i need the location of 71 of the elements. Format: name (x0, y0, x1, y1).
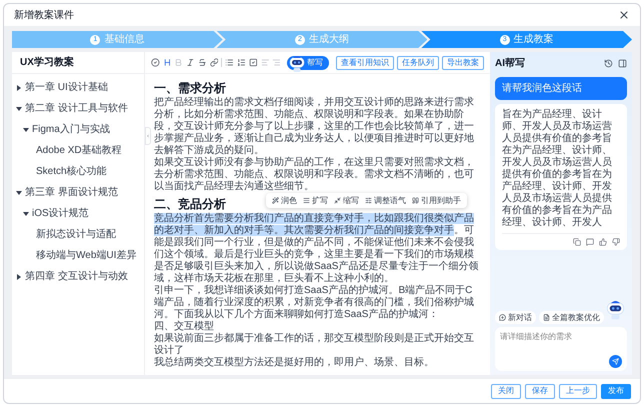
thumbs-down-icon[interactable] (612, 238, 620, 246)
shrink-icon (334, 197, 341, 204)
section-heading: 一、需求分析 (154, 81, 226, 96)
link-icon[interactable] (210, 58, 218, 67)
heading-icon[interactable] (162, 58, 172, 67)
triangle-icon[interactable] (16, 106, 22, 110)
toolbar-button[interactable]: 任务队列 (397, 56, 440, 70)
paragraph: 四、交互模型 (154, 321, 214, 333)
outline-item[interactable]: Adobe XD基础教程 (36, 143, 122, 158)
triangle-icon[interactable] (17, 274, 21, 280)
menu-action[interactable]: 引用到助手 (412, 194, 461, 206)
thumbs-up-icon[interactable] (599, 238, 607, 246)
section-heading: 二、竞品分析 (154, 197, 226, 212)
footer-button[interactable]: 保存 (525, 384, 555, 398)
menu-action[interactable]: 调整语气 (365, 194, 406, 206)
bullet-list-icon[interactable] (225, 58, 234, 67)
outline-item[interactable]: Figma入门与实战 (32, 122, 110, 137)
outline-item[interactable]: 第一章 UI设计基础 (25, 80, 108, 95)
lines-icon (303, 197, 310, 204)
paragraph: 竞品分析首先需要分析我们产品的直接竞争对手，比如跟我们很类似产品的老对手、新加入的对手等。其次需要分析我们产品的间接竞争对手。可能是跟我们同一个行业，但是做的产品不同，不能保证他们未来不会侵我们这个领域。最后是行业巨头的竞争，这里主要是看一下我们的市场规模是否足够吸引巨头来加入，所以说做SaaS产品还是尽量专注于一个细分领域，这样市场天花板在那里，巨头看不上这种小利的。 (154, 213, 480, 284)
window-title: 新增教案课件 (14, 8, 74, 22)
strikethrough-icon[interactable] (198, 58, 207, 67)
paragraph: 把产品经理输出的需求文档仔细阅读，并用交互设计师的思路来进行需求分析，比如分析需求范围、功能点、权限说明和字段表。如果在协助阶段，交互设计师充分参与了以上步骤，这里的工作也会比较简单了，进一步掌握产品业务，逐渐让自己成为业务达人，以便项目推进时可以更好地去解答下游成员的疑问。 (154, 97, 475, 156)
outline-item[interactable]: 第三章 界面设计规范 (25, 185, 118, 200)
outline-item[interactable]: 新拟态设计与适配 (36, 227, 116, 242)
outline-title: UX学习教案 (20, 55, 74, 70)
paragraph: 我总结两类交互模型方法还是挺好用的，即用户、场景、目标。 (154, 357, 435, 369)
outline-item[interactable]: 移动端与Web端UI差异 (36, 248, 136, 263)
reply-text: 旨在为产品经理、设计师、开发人员及市场运营人员提供有价值的参考旨在为产品经理、设计师、开发人员及市场运营人员提供有价值的参考旨在为产品经理、设计师、开发人员及市场运营人员提供有价值的参考旨在为产品经理、设计师、开发人 (502, 109, 613, 229)
footer-button[interactable]: 上一步 (559, 384, 597, 398)
sliders-icon (365, 197, 372, 204)
panel-icon[interactable] (618, 58, 627, 68)
prompt-field[interactable]: 请详细描述你的需求 (500, 331, 622, 343)
assistant-title: AI帮写 (495, 56, 525, 70)
ai-badge[interactable]: 帮写 (287, 56, 330, 70)
paragraph: 如果交互设计师没有参与协助产品的工作，在这里只需要对照需求文档，去分析需求范围、功能点、权限说明和字段表。需求文档不清晰的，也可以当面找产品经理去沟通这些细节。 (154, 157, 475, 193)
outline-item[interactable]: iOS设计规范 (32, 206, 89, 221)
chip-button[interactable]: 新对话 (495, 311, 536, 324)
send-icon (612, 358, 619, 365)
footer-button[interactable]: 关闭 (491, 384, 521, 398)
chip-button[interactable]: 全篇教案优化 (539, 311, 604, 324)
history-icon[interactable] (604, 58, 613, 68)
circle-check-icon[interactable] (151, 58, 160, 67)
comment-icon[interactable] (586, 238, 594, 246)
triangle-icon[interactable] (23, 128, 29, 132)
toolbar-button[interactable]: 查看引用知识 (336, 56, 394, 70)
menu-action[interactable]: 扩写 (303, 194, 328, 206)
menu-action[interactable]: 缩写 (334, 194, 359, 206)
outline-item[interactable]: 第二章 设计工具与软件 (25, 101, 128, 116)
collapse-handle[interactable] (145, 127, 151, 145)
paragraph: 引申一下，我想详细谈谈如何打造SaaS产品的护城河。B端产品不同于C端产品，随着行业深度的积累，对新竞争者有很高的门槛，我们俗称护城河。下面我从以下几个方面来聊聊如何打造SaaS产品的护城河： (154, 285, 475, 320)
outline-item[interactable]: Sketch核心功能 (36, 164, 107, 179)
numbered-list-icon[interactable] (237, 58, 246, 67)
paragraph: 如果说前面三步都属于准备工作的话，那交互模型阶段则是正式开始交互设计了 (154, 333, 475, 356)
copy-icon[interactable] (573, 238, 581, 246)
menu-action[interactable]: 润色 (272, 194, 297, 206)
user-message: 请帮我润色这段话 (495, 77, 627, 100)
quote-icon (412, 197, 419, 204)
checkbox-icon[interactable] (248, 58, 258, 67)
toolbar-button[interactable]: 导出教案 (442, 56, 484, 70)
wand-icon (272, 197, 279, 204)
prompt-box[interactable]: 请详细描述你的需求 (495, 327, 627, 371)
italic-icon[interactable] (186, 58, 195, 67)
send-button[interactable] (609, 355, 622, 368)
document-icon (543, 314, 550, 321)
outline-item[interactable]: 第四章 交互设计与动效 (25, 269, 128, 284)
triangle-icon[interactable] (16, 190, 22, 194)
triangle-icon[interactable] (17, 84, 21, 90)
chat-plus-icon (499, 314, 506, 321)
close-icon[interactable] (618, 9, 630, 21)
triangle-icon[interactable] (23, 212, 29, 216)
